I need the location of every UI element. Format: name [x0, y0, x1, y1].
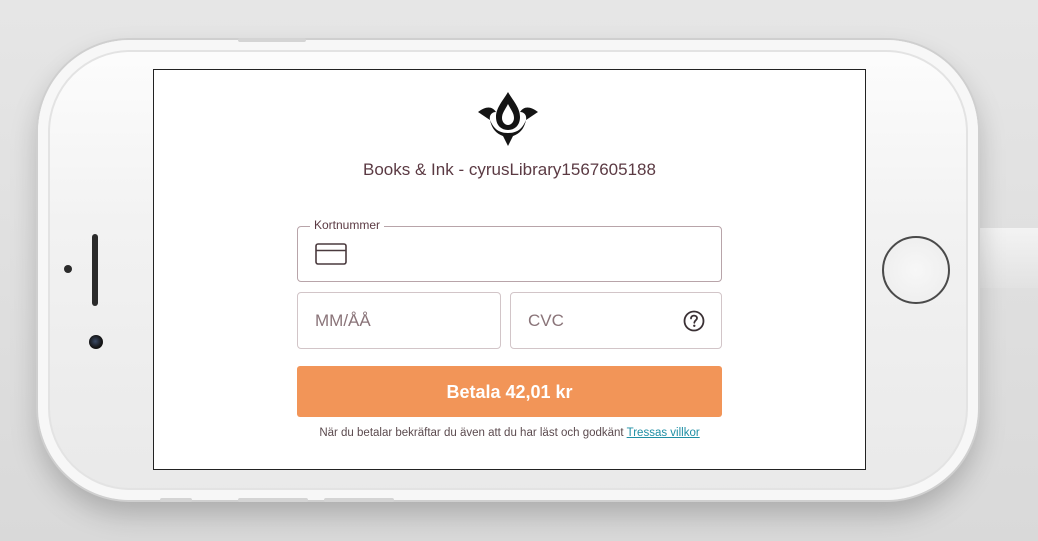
home-button[interactable]: [882, 236, 950, 304]
volume-button: [238, 38, 306, 42]
charging-cable: [975, 228, 1038, 288]
side-button-bottom-2: [238, 498, 308, 502]
side-button-bottom-3: [324, 498, 394, 502]
card-number-label: Kortnummer: [310, 218, 385, 232]
expiry-field[interactable]: MM/ÅÅ: [297, 292, 501, 349]
question-circle-icon[interactable]: [683, 310, 705, 332]
pay-button[interactable]: Betala 42,01 kr: [297, 366, 722, 417]
earpiece-speaker: [92, 234, 98, 306]
expiry-placeholder: MM/ÅÅ: [315, 311, 371, 330]
card-number-field[interactable]: Kortnummer: [297, 218, 722, 282]
front-camera: [89, 335, 103, 349]
cvc-field[interactable]: CVC: [510, 292, 722, 349]
terms-text: När du betalar bekräftar du även att du …: [154, 427, 865, 439]
credit-card-icon: [315, 243, 347, 265]
phone-screen: Books & Ink - cyrusLibrary1567605188 Kor…: [153, 69, 866, 470]
proximity-sensor: [64, 265, 72, 273]
side-button-bottom-1: [160, 498, 192, 502]
cvc-placeholder: CVC: [528, 311, 564, 330]
terms-link[interactable]: Tressas villkor: [627, 427, 700, 439]
merchant-title: Books & Ink - cyrusLibrary1567605188: [363, 160, 656, 179]
terms-statement: När du betalar bekräftar du även att du …: [319, 427, 624, 439]
flame-drop-logo-icon: [478, 92, 538, 146]
